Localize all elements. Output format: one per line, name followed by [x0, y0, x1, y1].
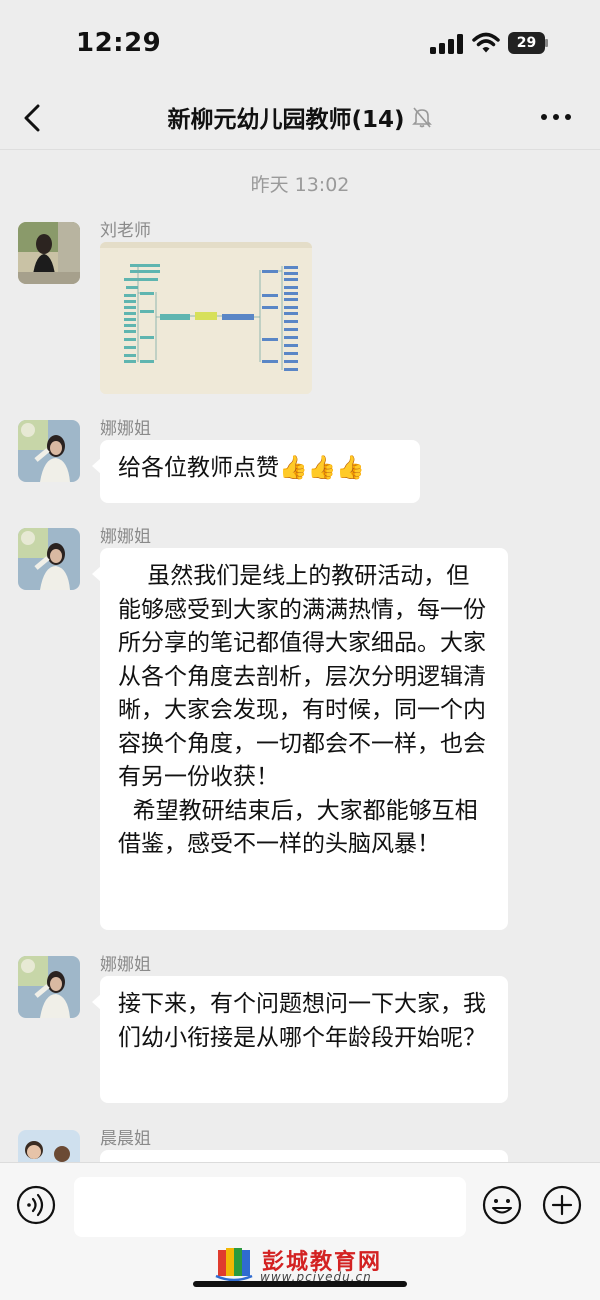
- chat-title-text: 新柳元幼儿园教师(14): [167, 107, 405, 133]
- mute-bell-icon: [411, 107, 432, 128]
- message-text: 接下来，有个问题想问一下大家，我们幼小衔接是从哪个年龄段开始呢？: [118, 991, 486, 1051]
- message-timestamp: 昨天 13:02: [250, 174, 350, 196]
- avatar[interactable]: [18, 222, 80, 284]
- message-bubble[interactable]: 给各位教师点赞👍👍👍: [92, 440, 420, 503]
- plus-icon[interactable]: [542, 1185, 582, 1225]
- avatar[interactable]: [18, 528, 80, 590]
- avatar[interactable]: [18, 420, 80, 482]
- avatar[interactable]: [18, 1130, 80, 1162]
- emoji-icon[interactable]: [482, 1185, 522, 1225]
- wifi-icon: [472, 32, 500, 53]
- chat-title: 新柳元幼儿园教师(14): [0, 100, 600, 134]
- status-time: 12:29: [76, 28, 162, 58]
- voice-icon[interactable]: [16, 1185, 56, 1225]
- book-logo-icon: [215, 1248, 253, 1282]
- battery-level: 29: [508, 32, 545, 54]
- message-bubble[interactable]: 接下来，有个问题想问一下大家，我们幼小衔接是从哪个年龄段开始呢？: [92, 976, 508, 1103]
- message-text: 给各位教师点赞👍👍👍: [118, 455, 365, 481]
- cellular-signal-icon: [430, 34, 463, 54]
- nav-bar: 新柳元幼儿园教师(14): [0, 88, 600, 150]
- message-text: 虽然我们是线上的教研活动，但能够感受到大家的满满热情，每一份所分享的笔记都值得大…: [118, 563, 486, 857]
- sender-name: 娜娜姐: [100, 527, 151, 547]
- battery-icon: 29: [508, 32, 548, 54]
- status-bar: 12:29 29: [0, 0, 600, 88]
- message-input[interactable]: [74, 1177, 466, 1237]
- avatar[interactable]: [18, 956, 80, 1018]
- sender-name: 晨晨姐: [100, 1129, 151, 1149]
- chat-messages[interactable]: 昨天 13:02 刘老师 娜娜姐 给各位教师点赞👍👍👍 娜娜姐 虽然我们是线上的…: [0, 150, 600, 1162]
- mind-map-image[interactable]: [100, 242, 312, 394]
- more-icon[interactable]: [538, 102, 574, 132]
- sender-name: 娜娜姐: [100, 419, 151, 439]
- home-indicator: [193, 1281, 407, 1287]
- sender-name: 娜娜姐: [100, 955, 151, 975]
- message-bubble[interactable]: 虽然我们是线上的教研活动，但能够感受到大家的满满热情，每一份所分享的笔记都值得大…: [92, 548, 508, 930]
- sender-name: 刘老师: [100, 221, 151, 241]
- message-bubble[interactable]: [100, 1150, 508, 1162]
